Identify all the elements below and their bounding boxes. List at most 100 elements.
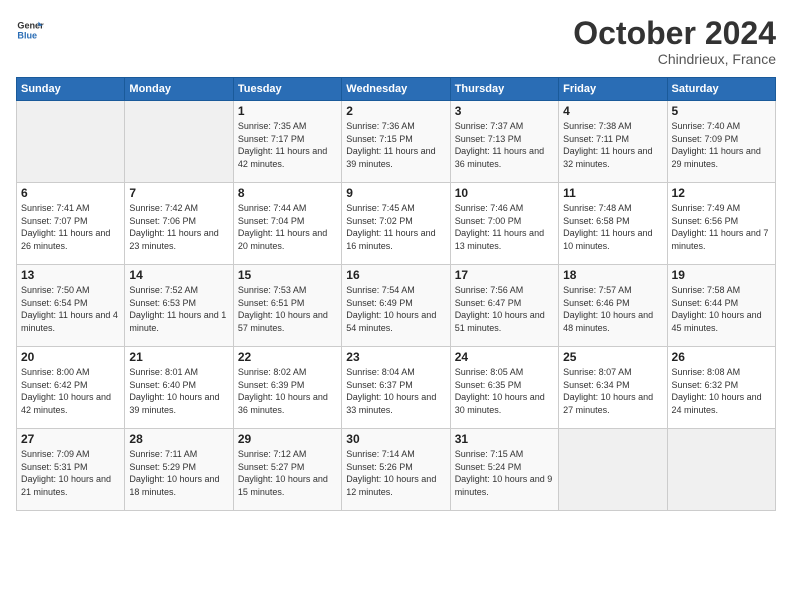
col-sunday: Sunday [17,78,125,101]
day-cell: 1 Sunrise: 7:35 AM Sunset: 7:17 PM Daylig… [233,101,341,183]
day-cell: 10 Sunrise: 7:46 AM Sunset: 7:00 PM Dayli… [450,183,558,265]
day-detail: Sunrise: 7:15 AM Sunset: 5:24 PM Dayligh… [455,448,554,498]
day-number: 10 [455,186,554,200]
day-cell: 8 Sunrise: 7:44 AM Sunset: 7:04 PM Daylig… [233,183,341,265]
week-row-4: 27Sunrise: 7:09 AM Sunset: 5:31 PM Dayli… [17,429,776,511]
week-row-2: 13 Sunrise: 7:50 AM Sunset: 6:54 PM Dayli… [17,265,776,347]
day-cell: 7 Sunrise: 7:42 AM Sunset: 7:06 PM Daylig… [125,183,233,265]
col-monday: Monday [125,78,233,101]
svg-text:Blue: Blue [17,30,37,40]
day-number: 7 [129,186,228,200]
location: Chindrieux, France [573,51,776,67]
day-detail: Sunrise: 7:41 AM Sunset: 7:07 PM Dayligh… [21,202,120,252]
day-cell: 11 Sunrise: 7:48 AM Sunset: 6:58 PM Dayli… [559,183,667,265]
day-number: 26 [672,350,771,364]
day-cell: 22 Sunrise: 8:02 AM Sunset: 6:39 PM Dayli… [233,347,341,429]
day-detail: Sunrise: 7:56 AM Sunset: 6:47 PM Dayligh… [455,284,554,334]
day-cell: 25 Sunrise: 8:07 AM Sunset: 6:34 PM Dayli… [559,347,667,429]
day-number: 16 [346,268,445,282]
day-cell [667,429,775,511]
day-cell: 26 Sunrise: 8:08 AM Sunset: 6:32 PM Dayli… [667,347,775,429]
day-cell: 19 Sunrise: 7:58 AM Sunset: 6:44 PM Dayli… [667,265,775,347]
day-number: 28 [129,432,228,446]
logo-icon: General Blue [16,16,44,44]
day-detail: Sunrise: 7:36 AM Sunset: 7:15 PM Dayligh… [346,120,445,170]
day-cell [559,429,667,511]
day-cell [125,101,233,183]
day-detail: Sunrise: 7:49 AM Sunset: 6:56 PM Dayligh… [672,202,771,252]
day-detail: Sunrise: 7:53 AM Sunset: 6:51 PM Dayligh… [238,284,337,334]
day-number: 12 [672,186,771,200]
col-friday: Friday [559,78,667,101]
day-detail: Sunrise: 7:45 AM Sunset: 7:02 PM Dayligh… [346,202,445,252]
day-number: 22 [238,350,337,364]
day-number: 21 [129,350,228,364]
day-cell: 3Sunrise: 7:37 AM Sunset: 7:13 PM Daylig… [450,101,558,183]
col-saturday: Saturday [667,78,775,101]
day-number: 17 [455,268,554,282]
day-detail: Sunrise: 7:11 AM Sunset: 5:29 PM Dayligh… [129,448,228,498]
day-detail: Sunrise: 7:44 AM Sunset: 7:04 PM Dayligh… [238,202,337,252]
day-cell: 31 Sunrise: 7:15 AM Sunset: 5:24 PM Dayli… [450,429,558,511]
day-number: 4 [563,104,662,118]
day-cell: 18Sunrise: 7:57 AM Sunset: 6:46 PM Dayli… [559,265,667,347]
day-number: 25 [563,350,662,364]
day-number: 24 [455,350,554,364]
day-detail: Sunrise: 8:04 AM Sunset: 6:37 PM Dayligh… [346,366,445,416]
day-number: 13 [21,268,120,282]
day-cell: 17 Sunrise: 7:56 AM Sunset: 6:47 PM Dayli… [450,265,558,347]
page: General Blue October 2024 Chindrieux, Fr… [0,0,792,612]
day-cell: 12 Sunrise: 7:49 AM Sunset: 6:56 PM Dayli… [667,183,775,265]
day-cell: 15 Sunrise: 7:53 AM Sunset: 6:51 PM Dayli… [233,265,341,347]
day-number: 19 [672,268,771,282]
day-number: 11 [563,186,662,200]
day-cell [17,101,125,183]
day-cell: 24Sunrise: 8:05 AM Sunset: 6:35 PM Dayli… [450,347,558,429]
day-number: 9 [346,186,445,200]
day-number: 1 [238,104,337,118]
day-number: 8 [238,186,337,200]
day-cell: 6 Sunrise: 7:41 AM Sunset: 7:07 PM Daylig… [17,183,125,265]
day-detail: Sunrise: 7:38 AM Sunset: 7:11 PM Dayligh… [563,120,662,170]
day-number: 20 [21,350,120,364]
day-detail: Sunrise: 7:46 AM Sunset: 7:00 PM Dayligh… [455,202,554,252]
day-cell: 4 Sunrise: 7:38 AM Sunset: 7:11 PM Daylig… [559,101,667,183]
week-row-1: 6 Sunrise: 7:41 AM Sunset: 7:07 PM Daylig… [17,183,776,265]
day-cell: 16Sunrise: 7:54 AM Sunset: 6:49 PM Dayli… [342,265,450,347]
day-cell: 21 Sunrise: 8:01 AM Sunset: 6:40 PM Dayli… [125,347,233,429]
col-thursday: Thursday [450,78,558,101]
header: General Blue October 2024 Chindrieux, Fr… [16,16,776,67]
day-detail: Sunrise: 8:08 AM Sunset: 6:32 PM Dayligh… [672,366,771,416]
day-cell: 2Sunrise: 7:36 AM Sunset: 7:15 PM Daylig… [342,101,450,183]
day-number: 3 [455,104,554,118]
day-detail: Sunrise: 7:58 AM Sunset: 6:44 PM Dayligh… [672,284,771,334]
day-detail: Sunrise: 8:01 AM Sunset: 6:40 PM Dayligh… [129,366,228,416]
title-block: October 2024 Chindrieux, France [573,16,776,67]
day-cell: 20 Sunrise: 8:00 AM Sunset: 6:42 PM Dayli… [17,347,125,429]
month-title: October 2024 [573,16,776,51]
col-wednesday: Wednesday [342,78,450,101]
day-detail: Sunrise: 7:42 AM Sunset: 7:06 PM Dayligh… [129,202,228,252]
day-detail: Sunrise: 8:00 AM Sunset: 6:42 PM Dayligh… [21,366,120,416]
day-cell: 27Sunrise: 7:09 AM Sunset: 5:31 PM Dayli… [17,429,125,511]
day-detail: Sunrise: 7:50 AM Sunset: 6:54 PM Dayligh… [21,284,120,334]
day-cell: 23Sunrise: 8:04 AM Sunset: 6:37 PM Dayli… [342,347,450,429]
day-number: 15 [238,268,337,282]
day-detail: Sunrise: 8:07 AM Sunset: 6:34 PM Dayligh… [563,366,662,416]
day-cell: 28 Sunrise: 7:11 AM Sunset: 5:29 PM Dayli… [125,429,233,511]
week-row-3: 20 Sunrise: 8:00 AM Sunset: 6:42 PM Dayli… [17,347,776,429]
day-cell: 14Sunrise: 7:52 AM Sunset: 6:53 PM Dayli… [125,265,233,347]
day-cell: 5 Sunrise: 7:40 AM Sunset: 7:09 PM Daylig… [667,101,775,183]
day-number: 30 [346,432,445,446]
day-number: 14 [129,268,228,282]
day-detail: Sunrise: 8:02 AM Sunset: 6:39 PM Dayligh… [238,366,337,416]
day-number: 31 [455,432,554,446]
day-cell: 30Sunrise: 7:14 AM Sunset: 5:26 PM Dayli… [342,429,450,511]
day-detail: Sunrise: 7:57 AM Sunset: 6:46 PM Dayligh… [563,284,662,334]
day-detail: Sunrise: 7:48 AM Sunset: 6:58 PM Dayligh… [563,202,662,252]
day-detail: Sunrise: 7:40 AM Sunset: 7:09 PM Dayligh… [672,120,771,170]
week-row-0: 1 Sunrise: 7:35 AM Sunset: 7:17 PM Daylig… [17,101,776,183]
day-detail: Sunrise: 7:35 AM Sunset: 7:17 PM Dayligh… [238,120,337,170]
day-number: 6 [21,186,120,200]
day-number: 5 [672,104,771,118]
